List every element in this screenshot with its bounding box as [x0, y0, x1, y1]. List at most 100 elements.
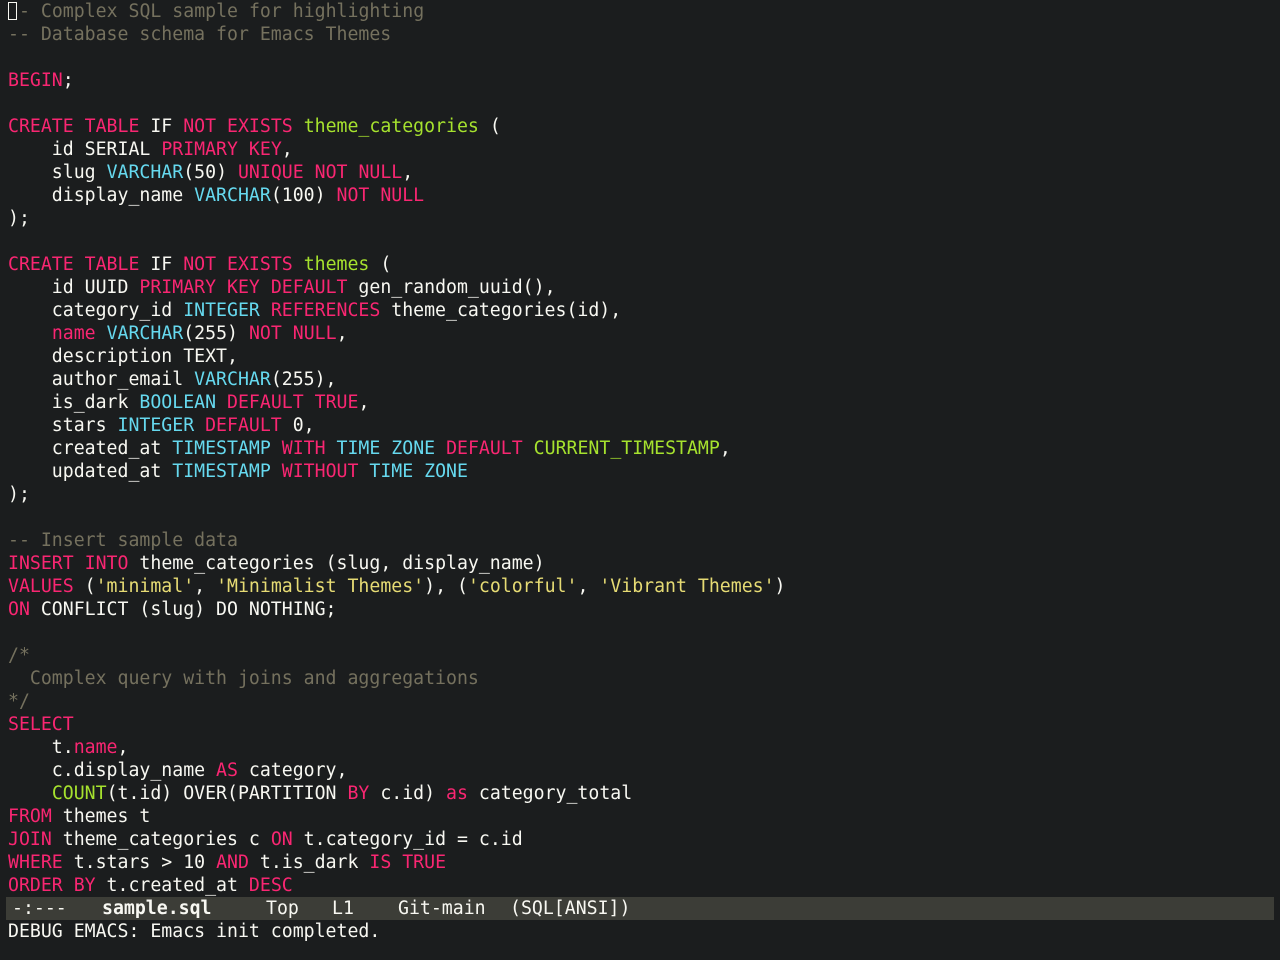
code-token: (100)	[270, 185, 337, 206]
code-token: display_name	[8, 185, 195, 206]
code-token: c.display_name	[8, 760, 217, 781]
code-line[interactable]: -- Database schema for Emacs Themes	[8, 23, 1274, 46]
modeline-position: Top	[266, 898, 299, 919]
code-line[interactable]: WHERE t.stars > 10 AND t.is_dark IS TRUE	[8, 851, 1274, 874]
code-line[interactable]: created_at TIMESTAMP WITH TIME ZONE DEFA…	[8, 437, 1274, 460]
mode-line: -:--- sample.sql Top L1 Git-main (SQL[AN…	[6, 897, 1274, 920]
code-line[interactable]	[8, 92, 1274, 115]
code-line[interactable]: COUNT(t.id) OVER(PARTITION BY c.id) as c…	[8, 782, 1274, 805]
code-line[interactable]: /*	[8, 644, 1274, 667]
code-line[interactable]: SELECT	[8, 713, 1274, 736]
code-line[interactable]: is_dark BOOLEAN DEFAULT TRUE,	[8, 391, 1274, 414]
code-token: REFERENCES	[270, 300, 381, 321]
code-token: WHERE	[8, 852, 63, 873]
code-line[interactable]	[8, 506, 1274, 529]
code-token: t.stars > 10	[62, 852, 217, 873]
code-token: themes t	[51, 806, 151, 827]
code-token: EXISTS	[227, 254, 293, 275]
code-line[interactable]: author_email VARCHAR(255),	[8, 368, 1274, 391]
code-token: VARCHAR	[194, 185, 271, 206]
code-token: id UUID	[8, 277, 140, 298]
code-token: NULL	[380, 185, 425, 206]
code-line[interactable]: BEGIN;	[8, 69, 1274, 92]
code-token: created_at	[8, 438, 173, 459]
code-line[interactable]: ORDER BY t.created_at DESC	[8, 874, 1274, 897]
code-line[interactable]: -- Insert sample data	[8, 529, 1274, 552]
code-token: KEY	[227, 277, 260, 298]
modeline-vc-branch[interactable]: Git-main	[398, 897, 510, 920]
code-line[interactable]: updated_at TIMESTAMP WITHOUT TIME ZONE	[8, 460, 1274, 483]
code-token: theme_categories(id),	[380, 300, 622, 321]
code-line[interactable]: INSERT INTO theme_categories (slug, disp…	[8, 552, 1274, 575]
code-line[interactable]	[8, 46, 1274, 69]
code-token: PRIMARY	[139, 277, 217, 298]
modeline-major-mode[interactable]: (SQL[ANSI])	[510, 897, 630, 920]
code-line[interactable]: id UUID PRIMARY KEY DEFAULT gen_random_u…	[8, 276, 1274, 299]
code-line[interactable]: - Complex SQL sample for highlighting	[8, 0, 1274, 23]
code-token: 'minimal'	[95, 576, 195, 597]
code-line[interactable]: name VARCHAR(255) NOT NULL,	[8, 322, 1274, 345]
code-line[interactable]: CREATE TABLE IF NOT EXISTS theme_categor…	[8, 115, 1274, 138]
code-token: (	[369, 254, 392, 275]
code-line[interactable]: VALUES ('minimal', 'Minimalist Themes'),…	[8, 575, 1274, 598]
code-token: INTEGER	[117, 415, 195, 436]
code-token: ON	[270, 829, 293, 850]
code-line[interactable]: );	[8, 207, 1274, 230]
code-token: ,	[719, 438, 731, 459]
code-line[interactable]: display_name VARCHAR(100) NOT NULL	[8, 184, 1274, 207]
code-line[interactable]: t.name,	[8, 736, 1274, 759]
code-token: themes	[303, 254, 370, 275]
code-token: TABLE	[84, 254, 140, 275]
code-line[interactable]: id SERIAL PRIMARY KEY,	[8, 138, 1274, 161]
code-line[interactable]: );	[8, 483, 1274, 506]
code-line[interactable]: FROM themes t	[8, 805, 1274, 828]
code-line[interactable]: ON CONFLICT (slug) DO NOTHING;	[8, 598, 1274, 621]
editor-buffer[interactable]: - Complex SQL sample for highlighting -- …	[8, 0, 1274, 897]
code-line[interactable]: Complex query with joins and aggregation…	[8, 667, 1274, 690]
code-token: TRUE	[314, 392, 359, 413]
code-token: t.created_at	[95, 875, 249, 896]
code-token: theme_categories (slug, display_name)	[128, 553, 545, 574]
code-token: NOT	[336, 185, 370, 206]
modeline-buffer-name[interactable]: sample.sql	[102, 897, 266, 920]
code-line[interactable]: slug VARCHAR(50) UNIQUE NOT NULL,	[8, 161, 1274, 184]
code-token: ,	[336, 323, 348, 344]
code-token: CURRENT_TIMESTAMP	[533, 438, 720, 459]
code-line[interactable]: c.display_name AS category,	[8, 759, 1274, 782]
code-line[interactable]: */	[8, 690, 1274, 713]
code-line[interactable]: JOIN theme_categories c ON t.category_id…	[8, 828, 1274, 851]
code-token: ,	[402, 162, 414, 183]
code-token: (	[73, 576, 96, 597]
code-token: t.is_dark	[248, 852, 370, 873]
code-token: slug	[8, 162, 107, 183]
code-token: name	[51, 323, 96, 344]
code-token: Complex query with joins and aggregation…	[8, 668, 479, 689]
code-line[interactable]: description TEXT,	[8, 345, 1274, 368]
code-line[interactable]	[8, 230, 1274, 253]
code-token: TIMESTAMP	[172, 438, 271, 459]
code-line[interactable]	[8, 621, 1274, 644]
code-line[interactable]: category_id INTEGER REFERENCES theme_cat…	[8, 299, 1274, 322]
code-token: BY	[73, 875, 96, 896]
code-token: DEFAULT	[205, 415, 282, 436]
code-line[interactable]: CREATE TABLE IF NOT EXISTS themes (	[8, 253, 1274, 276]
code-line[interactable]: stars INTEGER DEFAULT 0,	[8, 414, 1274, 437]
